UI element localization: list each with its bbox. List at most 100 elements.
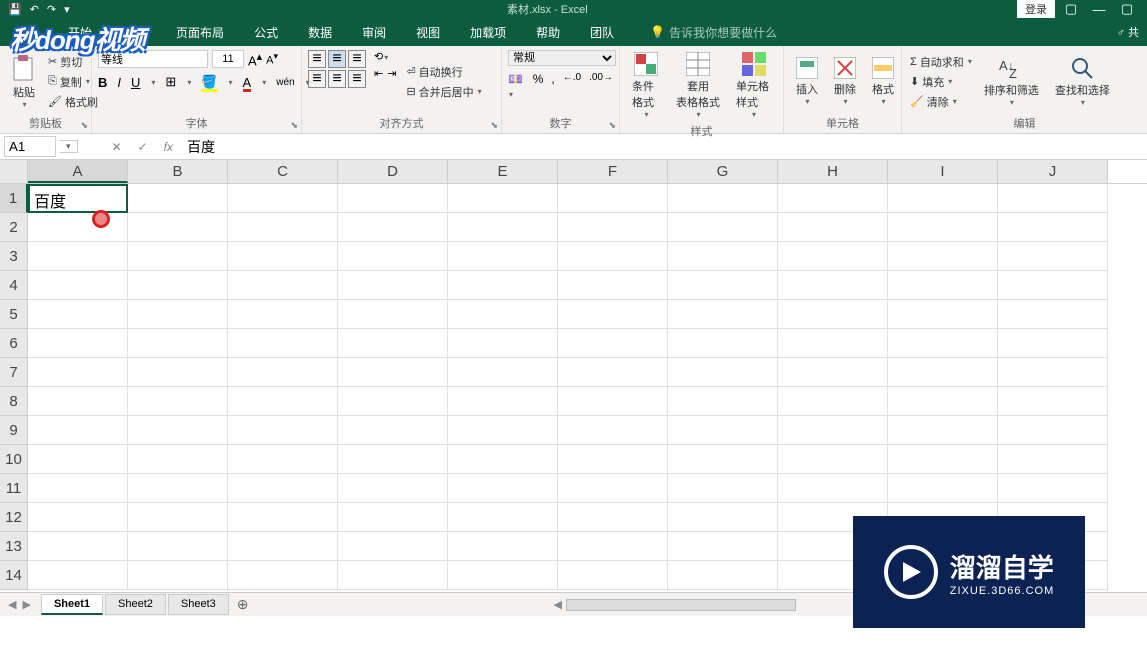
cell-F11[interactable] bbox=[558, 474, 668, 503]
cell-F4[interactable] bbox=[558, 271, 668, 300]
cell-D9[interactable] bbox=[338, 416, 448, 445]
cell-J2[interactable] bbox=[998, 213, 1108, 242]
insert-cells-button[interactable]: 插入▾ bbox=[790, 50, 824, 113]
col-header-G[interactable]: G bbox=[668, 160, 778, 183]
minimize-icon[interactable]: — bbox=[1087, 2, 1111, 17]
cell-D8[interactable] bbox=[338, 387, 448, 416]
menu-layout[interactable]: 页面布局 bbox=[170, 22, 230, 43]
italic-button[interactable]: I bbox=[117, 75, 121, 90]
cell-G12[interactable] bbox=[668, 503, 778, 532]
font-name-input[interactable] bbox=[98, 50, 208, 68]
cell-F6[interactable] bbox=[558, 329, 668, 358]
fx-icon[interactable]: fx bbox=[158, 140, 179, 154]
cell-G7[interactable] bbox=[668, 358, 778, 387]
cell-J4[interactable] bbox=[998, 271, 1108, 300]
cell-A10[interactable] bbox=[28, 445, 128, 474]
row-header-1[interactable]: 1 bbox=[0, 184, 28, 213]
cell-C6[interactable] bbox=[228, 329, 338, 358]
cell-F5[interactable] bbox=[558, 300, 668, 329]
row-header-4[interactable]: 4 bbox=[0, 271, 28, 300]
cell-D7[interactable] bbox=[338, 358, 448, 387]
cell-B14[interactable] bbox=[128, 561, 228, 590]
horizontal-scrollbar[interactable] bbox=[566, 599, 796, 611]
cell-D4[interactable] bbox=[338, 271, 448, 300]
row-header-10[interactable]: 10 bbox=[0, 445, 28, 474]
cell-A6[interactable] bbox=[28, 329, 128, 358]
cell-D3[interactable] bbox=[338, 242, 448, 271]
cell-B3[interactable] bbox=[128, 242, 228, 271]
row-header-14[interactable]: 14 bbox=[0, 561, 28, 590]
add-sheet-button[interactable]: ⊕ bbox=[237, 596, 249, 613]
underline-button[interactable]: U bbox=[131, 75, 140, 90]
col-header-H[interactable]: H bbox=[778, 160, 888, 183]
cell-E8[interactable] bbox=[448, 387, 558, 416]
number-format-select[interactable]: 常规 bbox=[508, 50, 616, 66]
cell-E3[interactable] bbox=[448, 242, 558, 271]
cell-C8[interactable] bbox=[228, 387, 338, 416]
currency-button[interactable]: 💷▾ bbox=[508, 72, 525, 100]
cell-E4[interactable] bbox=[448, 271, 558, 300]
cell-C10[interactable] bbox=[228, 445, 338, 474]
col-header-C[interactable]: C bbox=[228, 160, 338, 183]
col-header-F[interactable]: F bbox=[558, 160, 668, 183]
login-button[interactable]: 登录 bbox=[1017, 0, 1055, 18]
cell-B4[interactable] bbox=[128, 271, 228, 300]
cell-H6[interactable] bbox=[778, 329, 888, 358]
cell-D12[interactable] bbox=[338, 503, 448, 532]
hscroll-left-icon[interactable]: ◀ bbox=[554, 598, 562, 611]
cell-E5[interactable] bbox=[448, 300, 558, 329]
cell-G1[interactable] bbox=[668, 184, 778, 213]
cell-A7[interactable] bbox=[28, 358, 128, 387]
cell-H3[interactable] bbox=[778, 242, 888, 271]
row-header-13[interactable]: 13 bbox=[0, 532, 28, 561]
sheet-tab-Sheet1[interactable]: Sheet1 bbox=[41, 594, 103, 615]
qat-more-icon[interactable]: ▾ bbox=[64, 3, 70, 16]
cell-B6[interactable] bbox=[128, 329, 228, 358]
cell-C5[interactable] bbox=[228, 300, 338, 329]
row-header-2[interactable]: 2 bbox=[0, 213, 28, 242]
cell-F7[interactable] bbox=[558, 358, 668, 387]
fill-color-button[interactable]: 🪣 bbox=[201, 74, 217, 90]
number-launcher-icon[interactable]: ⬊ bbox=[608, 120, 616, 131]
cell-F8[interactable] bbox=[558, 387, 668, 416]
cell-C1[interactable] bbox=[228, 184, 338, 213]
row-header-8[interactable]: 8 bbox=[0, 387, 28, 416]
sheet-nav-next-icon[interactable]: ▶ bbox=[22, 598, 30, 611]
cell-C2[interactable] bbox=[228, 213, 338, 242]
menu-insert[interactable]: 插入 bbox=[116, 22, 152, 43]
col-header-B[interactable]: B bbox=[128, 160, 228, 183]
row-header-6[interactable]: 6 bbox=[0, 329, 28, 358]
cell-A9[interactable] bbox=[28, 416, 128, 445]
cell-styles-button[interactable]: 单元格样式▾ bbox=[730, 50, 777, 121]
cell-D2[interactable] bbox=[338, 213, 448, 242]
cell-F13[interactable] bbox=[558, 532, 668, 561]
cell-E7[interactable] bbox=[448, 358, 558, 387]
cell-A2[interactable] bbox=[28, 213, 128, 242]
cell-E2[interactable] bbox=[448, 213, 558, 242]
delete-cells-button[interactable]: 删除▾ bbox=[828, 50, 862, 113]
undo-icon[interactable]: ↶ bbox=[30, 3, 39, 16]
fill-button[interactable]: ⬇ 填充 ▾ bbox=[908, 73, 974, 91]
increase-decimal-icon[interactable]: ←.0 bbox=[563, 72, 581, 100]
orientation-button[interactable]: ⟲▾ bbox=[374, 50, 396, 63]
menu-formulas[interactable]: 公式 bbox=[248, 22, 284, 43]
col-header-E[interactable]: E bbox=[448, 160, 558, 183]
cell-J8[interactable] bbox=[998, 387, 1108, 416]
cell-G2[interactable] bbox=[668, 213, 778, 242]
cell-F3[interactable] bbox=[558, 242, 668, 271]
sheet-tab-Sheet2[interactable]: Sheet2 bbox=[105, 594, 166, 615]
cell-J3[interactable] bbox=[998, 242, 1108, 271]
conditional-format-button[interactable]: 条件格式▾ bbox=[626, 50, 666, 121]
cell-F1[interactable] bbox=[558, 184, 668, 213]
cell-I5[interactable] bbox=[888, 300, 998, 329]
percent-button[interactable]: % bbox=[533, 72, 544, 100]
cell-B10[interactable] bbox=[128, 445, 228, 474]
comma-button[interactable]: , bbox=[551, 72, 554, 100]
cell-E9[interactable] bbox=[448, 416, 558, 445]
row-header-5[interactable]: 5 bbox=[0, 300, 28, 329]
col-header-I[interactable]: I bbox=[888, 160, 998, 183]
bold-button[interactable]: B bbox=[98, 75, 107, 90]
cell-E1[interactable] bbox=[448, 184, 558, 213]
cell-I9[interactable] bbox=[888, 416, 998, 445]
cell-H8[interactable] bbox=[778, 387, 888, 416]
